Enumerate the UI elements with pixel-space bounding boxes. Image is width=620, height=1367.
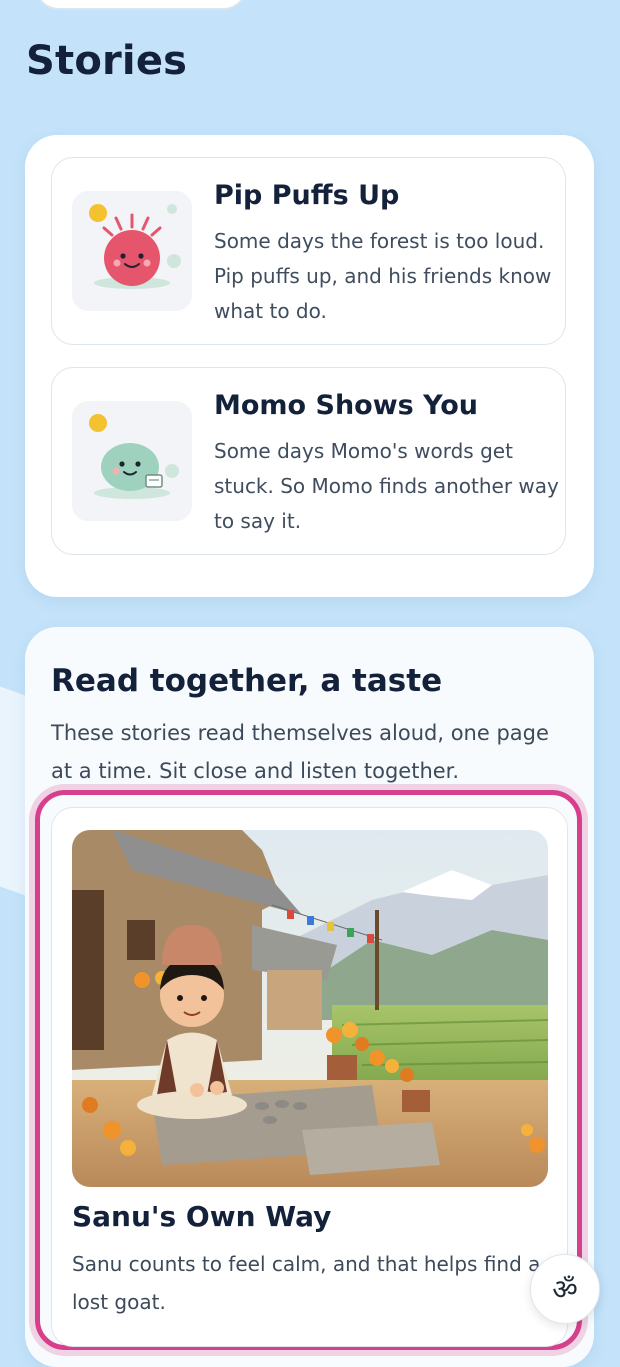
- language-button[interactable]: ॐ: [530, 1254, 600, 1324]
- featured-story-image: [72, 830, 548, 1187]
- pink-puffball-icon: [89, 204, 181, 289]
- page-title: Stories: [26, 38, 188, 84]
- story-description: Some days the forest is too loud. Pip pu…: [214, 229, 552, 323]
- read-together-subtitle: These stories read themselves aloud, one…: [51, 721, 549, 783]
- story-card-momo[interactable]: Momo Shows You Some days Momo's words ge…: [51, 367, 566, 555]
- momo-thumbnail: [72, 401, 192, 521]
- language-icon: ॐ: [552, 1273, 578, 1306]
- featured-story-description: Sanu counts to feel calm, and that helps…: [72, 1252, 541, 1314]
- story-title: Pip Puffs Up: [214, 180, 400, 211]
- read-together-heading: Read together, a taste: [51, 663, 443, 699]
- village-scene-illustration: [72, 830, 548, 1187]
- featured-story-title: Sanu's Own Way: [72, 1200, 332, 1233]
- story-description: Some days Momo's words get stuck. So Mom…: [214, 439, 559, 533]
- pip-thumbnail: [72, 191, 192, 311]
- story-title: Momo Shows You: [214, 390, 478, 421]
- read-together-panel: Read together, a taste These stories rea…: [25, 627, 594, 1367]
- top-pill-button[interactable]: [34, 0, 248, 10]
- stories-panel: Pip Puffs Up Some days the forest is too…: [25, 135, 594, 597]
- green-blob-icon: [89, 414, 179, 499]
- story-card-pip[interactable]: Pip Puffs Up Some days the forest is too…: [51, 157, 566, 345]
- featured-story-card[interactable]: Sanu's Own Way Sanu counts to feel calm,…: [51, 807, 568, 1347]
